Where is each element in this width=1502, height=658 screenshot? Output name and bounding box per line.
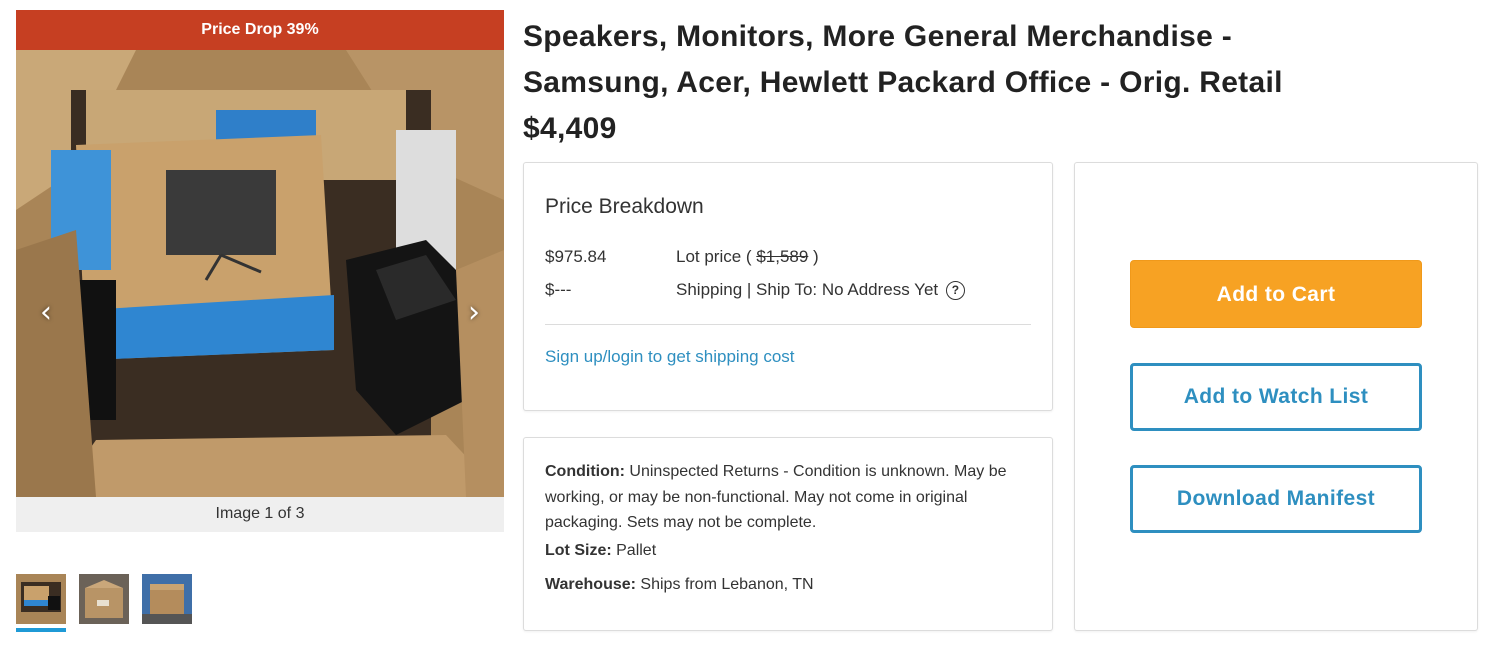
actions-card: Add to Cart Add to Watch List Download M… <box>1074 162 1478 631</box>
chevron-right-icon: › <box>468 295 480 330</box>
product-title: Speakers, Monitors, More General Merchan… <box>523 14 1423 152</box>
lot-price-label: Lot price ( $1,589 ) <box>676 247 819 267</box>
add-to-watch-list-button[interactable]: Add to Watch List <box>1130 363 1422 431</box>
help-icon[interactable]: ? <box>945 281 965 300</box>
title-line-3: $4,409 <box>523 112 617 145</box>
image-counter: Image 1 of 3 <box>16 497 504 532</box>
title-line-1: Speakers, Monitors, More General Merchan… <box>523 20 1233 53</box>
warehouse-value: Ships from Lebanon, TN <box>635 576 814 593</box>
price-breakdown-card: Price Breakdown $975.84 Lot price ( $1,5… <box>523 162 1053 411</box>
condition-label: Condition: <box>545 463 625 480</box>
warehouse-label: Warehouse: <box>545 576 636 593</box>
shipping-label: Shipping | Ship To: No Address Yet ? <box>676 280 965 300</box>
chevron-left-icon: ‹ <box>40 295 52 330</box>
lot-price-prefix: Lot price ( <box>676 247 757 266</box>
lot-price-amount: $975.84 <box>545 247 607 266</box>
lot-size-label: Lot Size: <box>545 542 612 559</box>
image-gallery: Price Drop 39% ‹ › Image 1 of 3 <box>16 10 504 532</box>
warehouse: Warehouse: Ships from Lebanon, TN <box>545 576 814 594</box>
add-to-cart-button[interactable]: Add to Cart <box>1130 260 1422 328</box>
thumbnail-1[interactable] <box>16 574 66 632</box>
title-line-2: Samsung, Acer, Hewlett Packard Office - … <box>523 66 1283 99</box>
lot-price-suffix: ) <box>808 247 819 266</box>
lot-details-card: Condition: Uninspected Returns - Conditi… <box>523 437 1053 631</box>
shipping-label-text: Shipping | Ship To: No Address Yet <box>676 280 939 299</box>
thumbnail-2[interactable] <box>79 574 129 624</box>
thumbnail-image <box>79 574 129 624</box>
shipping-login-link[interactable]: Sign up/login to get shipping cost <box>545 347 795 367</box>
condition-text: Condition: Uninspected Returns - Conditi… <box>545 459 1035 536</box>
price-breakdown-heading: Price Breakdown <box>545 195 704 218</box>
divider <box>545 324 1031 325</box>
lot-size: Lot Size: Pallet <box>545 542 656 560</box>
product-photo <box>16 50 504 497</box>
download-manifest-button[interactable]: Download Manifest <box>1130 465 1422 533</box>
thumbnail-image <box>16 574 66 624</box>
thumbnail-strip <box>16 574 192 632</box>
main-product-image[interactable]: ‹ › <box>16 50 504 497</box>
lot-size-value: Pallet <box>611 542 657 559</box>
thumbnail-image <box>142 574 192 624</box>
next-image-button[interactable]: › <box>462 298 486 332</box>
price-drop-badge: Price Drop 39% <box>16 10 504 50</box>
previous-image-button[interactable]: ‹ <box>34 298 58 332</box>
thumbnail-3[interactable] <box>142 574 192 624</box>
original-lot-price: $1,589 <box>756 247 809 266</box>
shipping-amount: $--- <box>545 280 572 299</box>
